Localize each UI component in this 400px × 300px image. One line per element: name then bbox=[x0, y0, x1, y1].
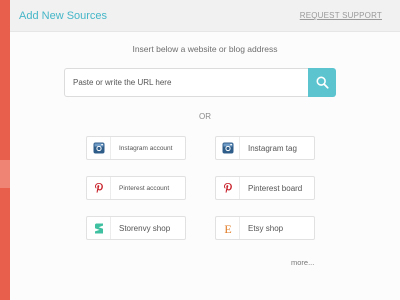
source-label: Etsy shop bbox=[248, 223, 284, 233]
instagram-account-button[interactable]: Instagram account bbox=[86, 136, 186, 160]
pinterest-icon bbox=[87, 177, 111, 199]
instagram-tag-button[interactable]: Instagram tag bbox=[215, 136, 315, 160]
pinterest-icon bbox=[216, 177, 240, 199]
source-label: Storenvy shop bbox=[119, 223, 171, 233]
more-sources-link[interactable]: more... bbox=[291, 258, 314, 267]
left-edge-panel bbox=[0, 0, 10, 300]
page-title: Add New Sources bbox=[19, 10, 108, 22]
instruction-text: Insert below a website or blog address bbox=[132, 44, 278, 54]
instagram-icon bbox=[87, 137, 111, 159]
storenvy-shop-button[interactable]: Storenvy shop bbox=[86, 216, 186, 240]
svg-text:E: E bbox=[224, 222, 231, 235]
source-label: Pinterest account bbox=[119, 184, 170, 192]
left-edge-tab[interactable] bbox=[0, 160, 10, 188]
or-divider: OR bbox=[199, 112, 211, 121]
source-label: Instagram tag bbox=[248, 143, 297, 153]
search-button[interactable] bbox=[308, 68, 336, 97]
instagram-icon bbox=[216, 137, 240, 159]
url-search-group bbox=[64, 68, 336, 97]
request-support-link[interactable]: REQUEST SUPPORT bbox=[300, 11, 382, 20]
pinterest-board-button[interactable]: Pinterest board bbox=[215, 176, 315, 200]
header-bar: Add New Sources REQUEST SUPPORT bbox=[10, 0, 400, 32]
etsy-shop-button[interactable]: E Etsy shop bbox=[215, 216, 315, 240]
etsy-icon: E bbox=[216, 217, 240, 239]
source-label: Pinterest board bbox=[248, 183, 303, 193]
search-icon bbox=[316, 76, 329, 89]
storenvy-icon bbox=[87, 217, 111, 239]
pinterest-account-button[interactable]: Pinterest account bbox=[86, 176, 186, 200]
source-label: Instagram account bbox=[119, 144, 173, 152]
url-input[interactable] bbox=[64, 68, 308, 97]
